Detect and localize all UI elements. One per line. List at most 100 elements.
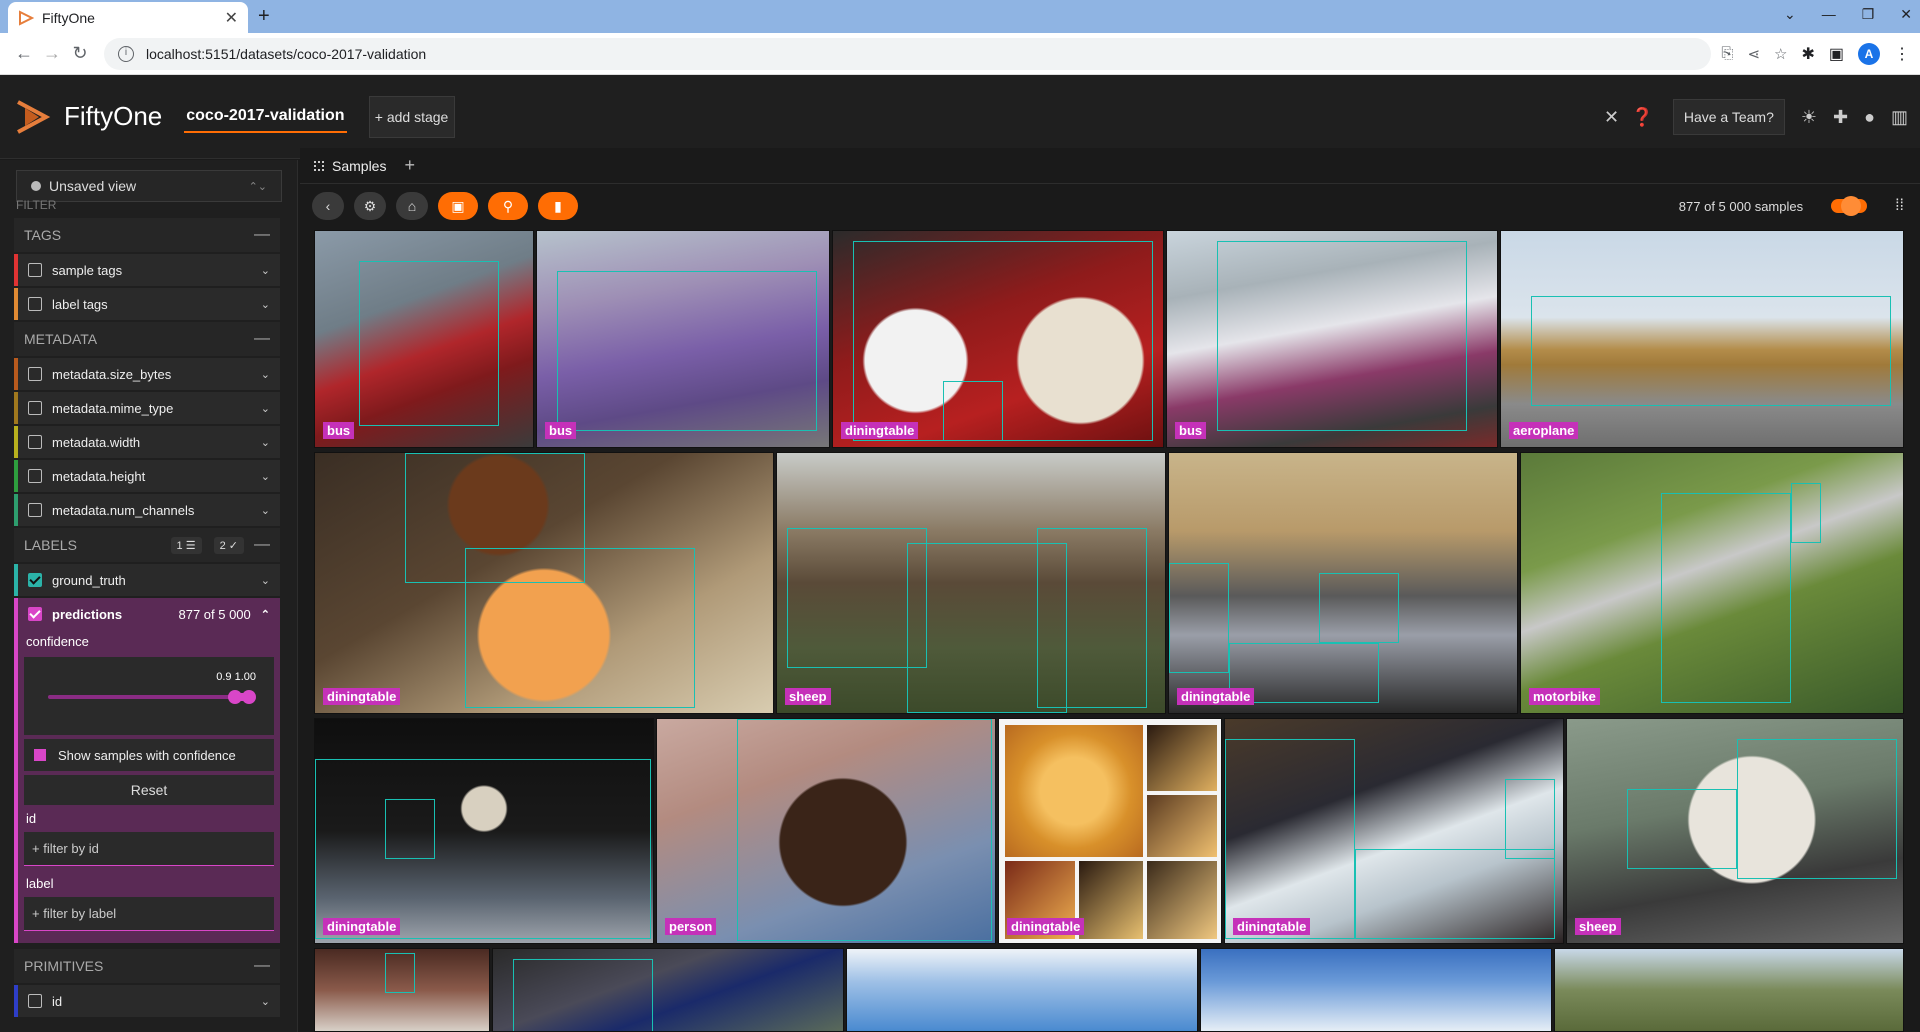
sample-tile[interactable]: bus [314,230,534,448]
collapse-icon[interactable]: — [254,226,270,244]
sample-tile[interactable]: aeroplane [1500,230,1904,448]
media-toggle[interactable] [1831,196,1868,216]
chevron-down-icon[interactable]: ⌄ [261,995,270,1008]
sample-tile[interactable]: diningtable [832,230,1164,448]
field-metadata-width[interactable]: metadata.width ⌄ [14,426,280,458]
clear-view-icon[interactable]: ✕ [1604,107,1619,128]
checkbox-checked[interactable] [28,607,42,621]
sample-tile[interactable]: sheep [1566,718,1904,944]
help-icon[interactable]: ❓ [1631,107,1653,128]
sample-tile[interactable]: bus [1166,230,1498,448]
field-metadata-num-channels[interactable]: metadata.num_channels ⌄ [14,494,280,526]
sample-tile[interactable]: bus [536,230,830,448]
fiftyone-logo-icon[interactable] [12,96,54,138]
field-metadata-height[interactable]: metadata.height ⌄ [14,460,280,492]
sample-tile[interactable]: person [656,718,996,944]
chevron-down-icon[interactable]: ⌄ [261,436,270,449]
tab-close-icon[interactable]: ✕ [225,8,238,28]
save-view-bookmark-icon[interactable]: ▮ [538,192,578,220]
chevron-down-icon[interactable]: ⌄ [261,470,270,483]
checkbox[interactable] [28,263,42,277]
browser-tab[interactable]: FiftyOne ✕ [8,2,248,33]
checkbox[interactable] [28,367,42,381]
sample-tile[interactable]: sheep [776,452,1166,714]
reload-icon[interactable]: ↻ [66,43,94,64]
docs-icon[interactable]: ▥ [1891,107,1908,128]
chevron-down-icon[interactable]: ⌄ [261,264,270,277]
checkbox[interactable] [28,297,42,311]
field-metadata-mime-type[interactable]: metadata.mime_type ⌄ [14,392,280,424]
collapse-icon[interactable]: — [254,536,270,554]
slider-min-thumb[interactable] [228,690,242,704]
tab-samples[interactable]: Samples [314,158,404,174]
grid-layout-icon[interactable]: ⁞⁞ [1895,197,1904,215]
metadata-group-header[interactable]: METADATA — [14,322,280,356]
slider-max-thumb[interactable] [242,690,256,704]
chevron-down-icon[interactable]: ⌄ [261,298,270,311]
collapse-icon[interactable]: — [254,957,270,975]
reset-button[interactable]: Reset [24,775,274,805]
dataset-selector[interactable]: coco-2017-validation [184,101,347,133]
have-a-team-button[interactable]: Have a Team? [1672,99,1785,135]
filter-by-id-input[interactable]: + filter by id [24,832,274,866]
sample-tile[interactable]: diningtable [998,718,1222,944]
checkbox[interactable] [28,503,42,517]
chevron-down-icon[interactable]: ⌄ [261,368,270,381]
checkbox[interactable] [28,401,42,415]
sample-tile[interactable] [846,948,1198,1032]
sample-grid[interactable]: bus bus diningtable bus aeroplane dining… [314,230,1904,1032]
primitives-group-header[interactable]: PRIMITIVES — [14,949,280,983]
confidence-slider[interactable]: 0.9 1.00 [24,657,274,735]
sample-tile[interactable]: diningtable [314,452,774,714]
settings-gear-icon[interactable]: ⚙ [354,192,386,220]
checkbox[interactable] [28,994,42,1008]
add-stage-button[interactable]: + add stage [368,95,455,138]
forward-icon[interactable]: → [38,43,66,64]
sample-tile[interactable] [1200,948,1552,1032]
sample-tile[interactable]: diningtable [1168,452,1518,714]
labels-group-header[interactable]: LABELS 1 ☰ 2 ✓ — [14,528,280,562]
browser-menu-icon[interactable]: ⋮ [1894,44,1910,64]
sample-tile[interactable]: diningtable [1224,718,1564,944]
tag-icon[interactable]: ⌂ [396,192,428,220]
share-icon[interactable]: ⋖ [1747,45,1760,63]
sample-tile[interactable] [314,948,490,1032]
translate-icon[interactable]: ⎘ [1721,45,1733,63]
filter-by-label-input[interactable]: + filter by label [24,897,274,931]
maximize-icon[interactable]: ❐ [1862,6,1875,23]
checkbox-checked[interactable] [28,573,42,587]
minimize-icon[interactable]: — [1822,6,1836,23]
sample-tile[interactable]: diningtable [314,718,654,944]
sample-tile[interactable]: motorbike [1520,452,1904,714]
field-label-tags[interactable]: label tags ⌄ [14,288,280,320]
extensions-icon[interactable]: ✱ [1801,44,1814,64]
theme-toggle-icon[interactable]: ☀ [1801,107,1817,128]
tags-group-header[interactable]: TAGS — [14,218,280,252]
chevron-down-icon[interactable]: ⌄ [261,574,270,587]
chevron-up-icon[interactable]: ⌃ [261,608,270,621]
field-metadata-size-bytes[interactable]: metadata.size_bytes ⌄ [14,358,280,390]
field-id[interactable]: id ⌄ [14,985,280,1017]
show-samples-with-confidence-option[interactable]: Show samples with confidence [24,739,274,771]
filter-count-badge[interactable]: 1 ☰ [170,536,202,554]
search-icon[interactable]: ⚲ [488,192,528,220]
sample-tile[interactable] [492,948,844,1032]
close-window-icon[interactable]: ✕ [1900,6,1912,23]
sample-tile[interactable] [1554,948,1904,1032]
slider-track[interactable] [48,695,254,699]
sidebar-scroll[interactable]: TAGS — sample tags ⌄ label tags ⌄ METADA… [14,218,280,1019]
site-info-icon[interactable]: i [118,45,134,62]
patches-icon[interactable]: ▣ [438,192,478,220]
add-panel-icon[interactable]: + [404,155,415,176]
chevron-down-icon[interactable]: ⌄ [261,402,270,415]
collapse-icon[interactable]: — [254,330,270,348]
checkbox[interactable] [28,469,42,483]
github-icon[interactable]: ● [1864,107,1875,128]
side-panel-icon[interactable]: ▣ [1829,44,1844,64]
profile-avatar[interactable]: A [1858,42,1880,65]
chevron-down-icon[interactable]: ⌄ [261,504,270,517]
field-sample-tags[interactable]: sample tags ⌄ [14,254,280,286]
url-field[interactable]: i localhost:5151/datasets/coco-2017-vali… [104,37,1712,70]
visible-count-badge[interactable]: 2 ✓ [213,536,244,554]
checkbox[interactable] [28,435,42,449]
